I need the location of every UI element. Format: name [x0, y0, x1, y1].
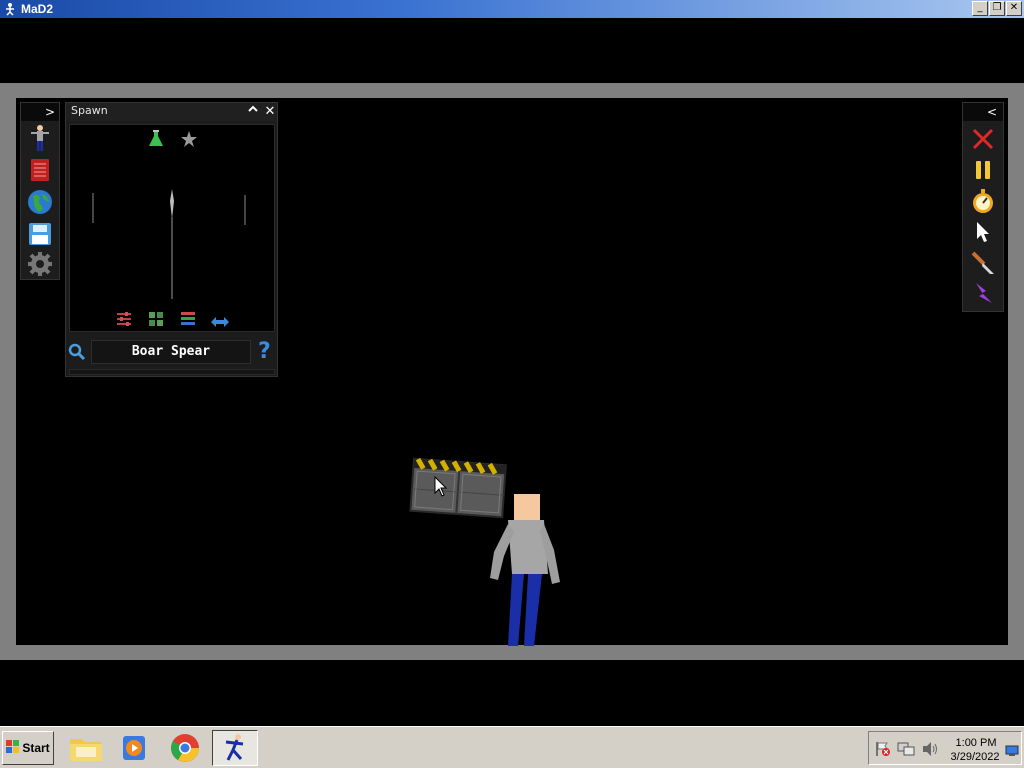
start-label: Start [22, 741, 50, 755]
show-desktop-icon[interactable] [1005, 742, 1019, 761]
screen: MaD2 _ ❐ ✕ > Spawn ✕ Boar Spear ? < Star… [0, 0, 1024, 768]
spawn-item-spear-1[interactable] [90, 193, 96, 223]
right-toolbar-collapse-button[interactable]: < [963, 103, 1003, 121]
taskbar: Start 1:00 PM 3/29/2022 [0, 726, 1024, 768]
windows-logo-icon [6, 739, 20, 757]
media-player-icon[interactable] [112, 730, 158, 766]
clear-x-icon[interactable] [970, 126, 996, 152]
flask-icon[interactable] [148, 130, 164, 152]
selected-item-name-field[interactable]: Boar Spear [91, 340, 251, 364]
spawn-panel-title: Spawn [71, 104, 108, 117]
star-icon[interactable] [180, 130, 198, 152]
right-toolbar: < [962, 102, 1004, 312]
minimize-button[interactable]: _ [972, 1, 988, 16]
start-button[interactable]: Start [2, 731, 54, 765]
spawn-panel-header: Spawn ✕ [66, 103, 277, 121]
arrows-horizontal-icon[interactable] [210, 313, 230, 332]
network-icon[interactable] [897, 741, 915, 761]
window-title: MaD2 [21, 2, 54, 16]
spawn-item-spear-3[interactable] [242, 195, 248, 225]
mouse-cursor-icon [434, 476, 448, 497]
clock-time[interactable]: 1:00 PM [951, 737, 1001, 749]
left-toolbar-collapse-button[interactable]: > [21, 103, 59, 121]
spawn-item-boar-spear[interactable] [167, 189, 177, 299]
sliders-icon[interactable] [116, 311, 132, 331]
help-icon[interactable]: ? [258, 339, 271, 364]
globe-icon[interactable] [27, 189, 53, 215]
close-button[interactable]: ✕ [1006, 1, 1022, 16]
grid-view-icon[interactable] [148, 311, 164, 331]
restore-button[interactable]: ❐ [989, 1, 1005, 16]
spawn-search-row: Boar Spear ? [66, 337, 277, 367]
spawn-panel-close-button[interactable]: ✕ [261, 103, 279, 121]
action-center-flag-icon[interactable] [875, 741, 891, 761]
stopwatch-icon[interactable] [970, 188, 996, 214]
spawn-panel: Spawn ✕ Boar Spear ? [65, 102, 278, 377]
human-icon[interactable] [27, 125, 53, 151]
spawn-panel-footer [69, 369, 275, 375]
settings-gear-icon[interactable] [27, 251, 53, 277]
search-icon[interactable] [68, 343, 86, 365]
chrome-icon[interactable] [162, 730, 208, 766]
spawn-item-grid [69, 124, 275, 332]
file-explorer-icon[interactable] [63, 730, 109, 766]
system-tray: 1:00 PM 3/29/2022 [868, 731, 1022, 765]
clock-date[interactable]: 3/29/2022 [945, 751, 1005, 763]
list-view-icon[interactable] [180, 311, 196, 331]
spawn-panel-collapse-button[interactable] [244, 103, 262, 121]
window-controls: _ ❐ ✕ [972, 1, 1022, 16]
left-toolbar: > [20, 102, 60, 280]
catalog-book-icon[interactable] [27, 157, 53, 183]
window-titlebar: MaD2 _ ❐ ✕ [0, 0, 1024, 18]
app-icon [3, 2, 17, 16]
pause-icon[interactable] [970, 157, 996, 183]
save-disk-icon[interactable] [27, 221, 53, 247]
volume-icon[interactable] [921, 741, 939, 761]
lightning-icon[interactable] [970, 281, 996, 307]
human-ragdoll[interactable] [480, 492, 566, 646]
mad2-app-icon[interactable] [212, 730, 258, 766]
pointer-icon[interactable] [970, 219, 996, 245]
knife-icon[interactable] [970, 250, 996, 276]
